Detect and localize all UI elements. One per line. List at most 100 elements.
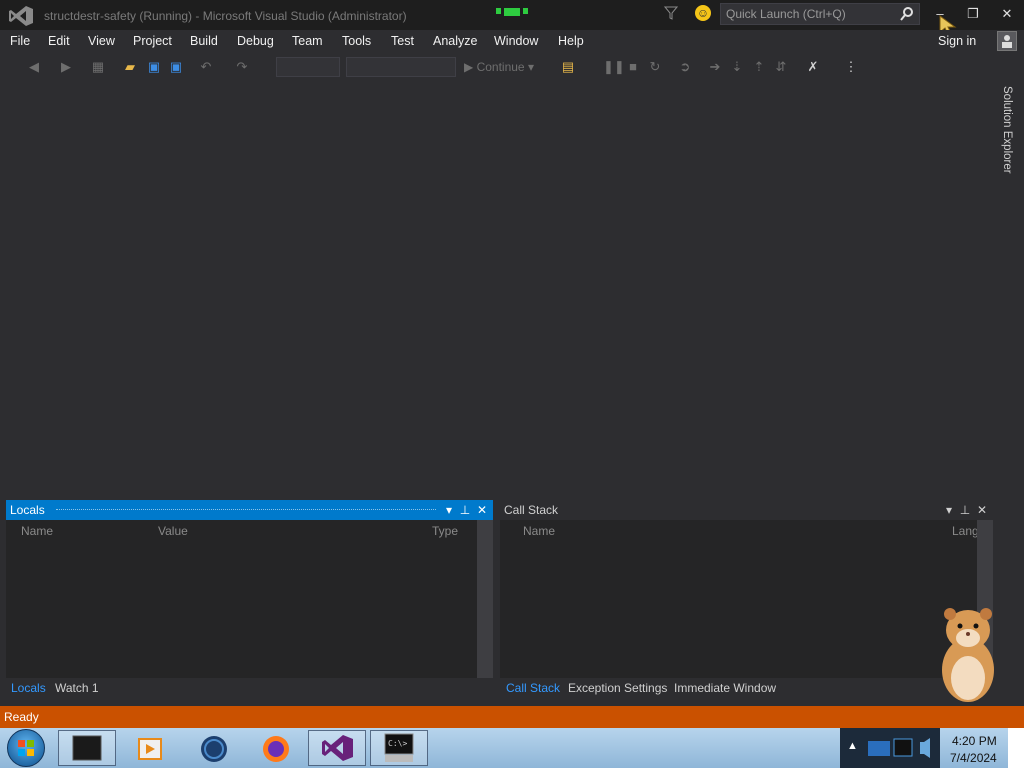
call-stack-tab-strip: Call Stack Exception Settings Immediate … xyxy=(500,678,993,698)
firefox-icon xyxy=(263,736,289,762)
close-window-icon[interactable]: ✕ xyxy=(475,502,489,518)
menu-edit[interactable]: Edit xyxy=(48,34,70,48)
window-position-dropdown-icon[interactable]: ▾ xyxy=(442,502,456,518)
call-stack-window-title: Call Stack xyxy=(504,503,559,517)
open-file-icon[interactable]: ▰ xyxy=(122,59,138,75)
solution-configuration-dropdown[interactable] xyxy=(276,57,340,77)
taskbar-app-visual-studio[interactable] xyxy=(308,730,366,766)
close-button[interactable]: ✕ xyxy=(997,5,1017,23)
menu-build[interactable]: Build xyxy=(190,34,218,48)
tab-exception-settings[interactable]: Exception Settings xyxy=(568,681,667,695)
menu-file[interactable]: File xyxy=(10,34,30,48)
tab-watch-1[interactable]: Watch 1 xyxy=(55,681,99,695)
show-hidden-icons-icon[interactable]: ▲ xyxy=(847,740,858,752)
restore-button[interactable]: ❐ xyxy=(963,5,983,23)
clock-date[interactable]: 7/4/2024 xyxy=(950,751,997,765)
send-feedback-smiley-icon[interactable]: ☺ xyxy=(695,5,711,21)
auto-hide-pin-icon[interactable]: ⊥ xyxy=(458,502,472,518)
hamster-mascot-image xyxy=(942,608,994,702)
drag-handle[interactable] xyxy=(56,509,436,511)
menu-window[interactable]: Window xyxy=(494,34,538,48)
step-into-icon[interactable]: ➔ xyxy=(707,59,723,75)
taskbar-app-media-player[interactable] xyxy=(120,730,178,766)
menu-debug[interactable]: Debug xyxy=(237,34,274,48)
windows-logo-icon xyxy=(18,740,34,756)
solution-platform-dropdown[interactable] xyxy=(346,57,456,77)
title-bar: structdestr-safety (Running) - Microsoft… xyxy=(0,0,1024,38)
break-all-icon[interactable]: ❚❚ xyxy=(603,59,625,75)
step-icon[interactable]: ⇵ xyxy=(773,59,789,75)
navigate-forward-icon[interactable]: ▶ xyxy=(58,59,74,75)
window-position-dropdown-icon[interactable]: ▾ xyxy=(942,502,956,518)
stop-debugging-icon[interactable]: ■ xyxy=(625,59,641,75)
solution-explorer-label: Solution Explorer xyxy=(1001,86,1013,174)
column-header-language[interactable]: Lang xyxy=(952,524,978,538)
save-all-icon[interactable]: ▣ xyxy=(168,59,184,75)
globe-icon xyxy=(201,736,227,762)
step-out-icon[interactable]: ⇡ xyxy=(751,59,767,75)
navigate-back-icon[interactable]: ◀ xyxy=(26,59,42,75)
person-icon xyxy=(1002,35,1012,48)
show-desktop-button[interactable] xyxy=(1008,728,1024,768)
menu-test[interactable]: Test xyxy=(391,34,414,48)
tab-immediate-window[interactable]: Immediate Window xyxy=(674,681,776,695)
redo-icon[interactable]: ↷ xyxy=(234,59,250,75)
sign-in-link[interactable]: Sign in xyxy=(938,34,976,48)
window-title: structdestr-safety (Running) - Microsoft… xyxy=(44,9,407,23)
column-header-name[interactable]: Name xyxy=(21,524,53,538)
toolbar-options-icon[interactable]: ⋮ xyxy=(843,59,859,75)
start-button[interactable] xyxy=(7,729,45,767)
visual-studio-logo-icon xyxy=(9,6,33,26)
step-over-icon[interactable]: ⇣ xyxy=(729,59,745,75)
restart-icon[interactable]: ↻ xyxy=(647,59,663,75)
column-header-name[interactable]: Name xyxy=(523,524,555,538)
vertical-scrollbar[interactable] xyxy=(477,520,493,678)
quick-launch-input[interactable]: Quick Launch (Ctrl+Q) xyxy=(720,3,920,25)
notifications-filter-icon[interactable] xyxy=(664,6,678,20)
status-text: Ready xyxy=(4,710,39,724)
locals-tab-strip: Locals Watch 1 xyxy=(6,678,493,698)
taskbar-app-firefox[interactable] xyxy=(246,730,304,766)
menu-tools[interactable]: Tools xyxy=(342,34,371,48)
breakpoints-disabled-icon[interactable]: ✗ xyxy=(805,59,821,75)
menu-bar: File Edit View Project Build Debug Team … xyxy=(0,30,1024,54)
menu-help[interactable]: Help xyxy=(558,34,584,48)
menu-analyze[interactable]: Analyze xyxy=(433,34,477,48)
clock-time[interactable]: 4:20 PM xyxy=(952,734,997,748)
solution-explorer-tab[interactable]: Solution Explorer xyxy=(996,86,1018,186)
menu-project[interactable]: Project xyxy=(133,34,172,48)
quick-launch-placeholder: Quick Launch (Ctrl+Q) xyxy=(726,7,846,21)
call-stack-window: Call Stack ▾ ⊥ ✕ Name Lang Call Stack Ex… xyxy=(500,500,993,698)
windows-taskbar: C:\> ▲ 4:20 PM 7/4/2024 xyxy=(0,728,1024,768)
dark-window-app-icon xyxy=(72,735,102,761)
column-header-type[interactable]: Type xyxy=(432,524,458,538)
tab-call-stack[interactable]: Call Stack xyxy=(506,681,560,695)
new-project-icon[interactable]: ▦ xyxy=(90,59,106,75)
svg-text:C:\>: C:\> xyxy=(388,739,407,748)
command-prompt-icon: C:\> xyxy=(384,733,414,762)
menu-view[interactable]: View xyxy=(88,34,115,48)
show-next-statement-icon[interactable]: ➲ xyxy=(677,59,693,75)
standard-toolbar: ◀ ▶ ▦ ▰ ▣ ▣ ↶ ↷ ▶ Continue ▾ ▤ ❚❚ ■ ↻ ➲ … xyxy=(0,55,1024,81)
status-bar: Ready xyxy=(0,706,1024,728)
account-avatar-icon[interactable] xyxy=(997,31,1017,51)
column-header-value[interactable]: Value xyxy=(158,524,188,538)
taskbar-app-command-prompt[interactable]: C:\> xyxy=(370,730,428,766)
save-icon[interactable]: ▣ xyxy=(146,59,162,75)
system-tray: ▲ xyxy=(840,728,940,768)
undo-icon[interactable]: ↶ xyxy=(198,59,214,75)
visual-studio-icon xyxy=(322,735,353,761)
running-indicator-icon xyxy=(496,8,528,16)
tray-icons-group xyxy=(868,738,930,758)
process-icon[interactable]: ▤ xyxy=(560,59,576,75)
continue-button[interactable]: ▶ Continue ▾ xyxy=(464,60,534,74)
taskbar-app-globe[interactable] xyxy=(184,730,242,766)
menu-team[interactable]: Team xyxy=(292,34,323,48)
auto-hide-pin-icon[interactable]: ⊥ xyxy=(958,502,972,518)
close-window-icon[interactable]: ✕ xyxy=(975,502,989,518)
taskbar-app-terminal[interactable] xyxy=(58,730,116,766)
search-icon[interactable] xyxy=(899,6,915,22)
locals-window-title: Locals xyxy=(10,503,45,517)
call-stack-window-header[interactable]: Call Stack xyxy=(500,500,993,520)
tab-locals[interactable]: Locals xyxy=(11,681,46,695)
